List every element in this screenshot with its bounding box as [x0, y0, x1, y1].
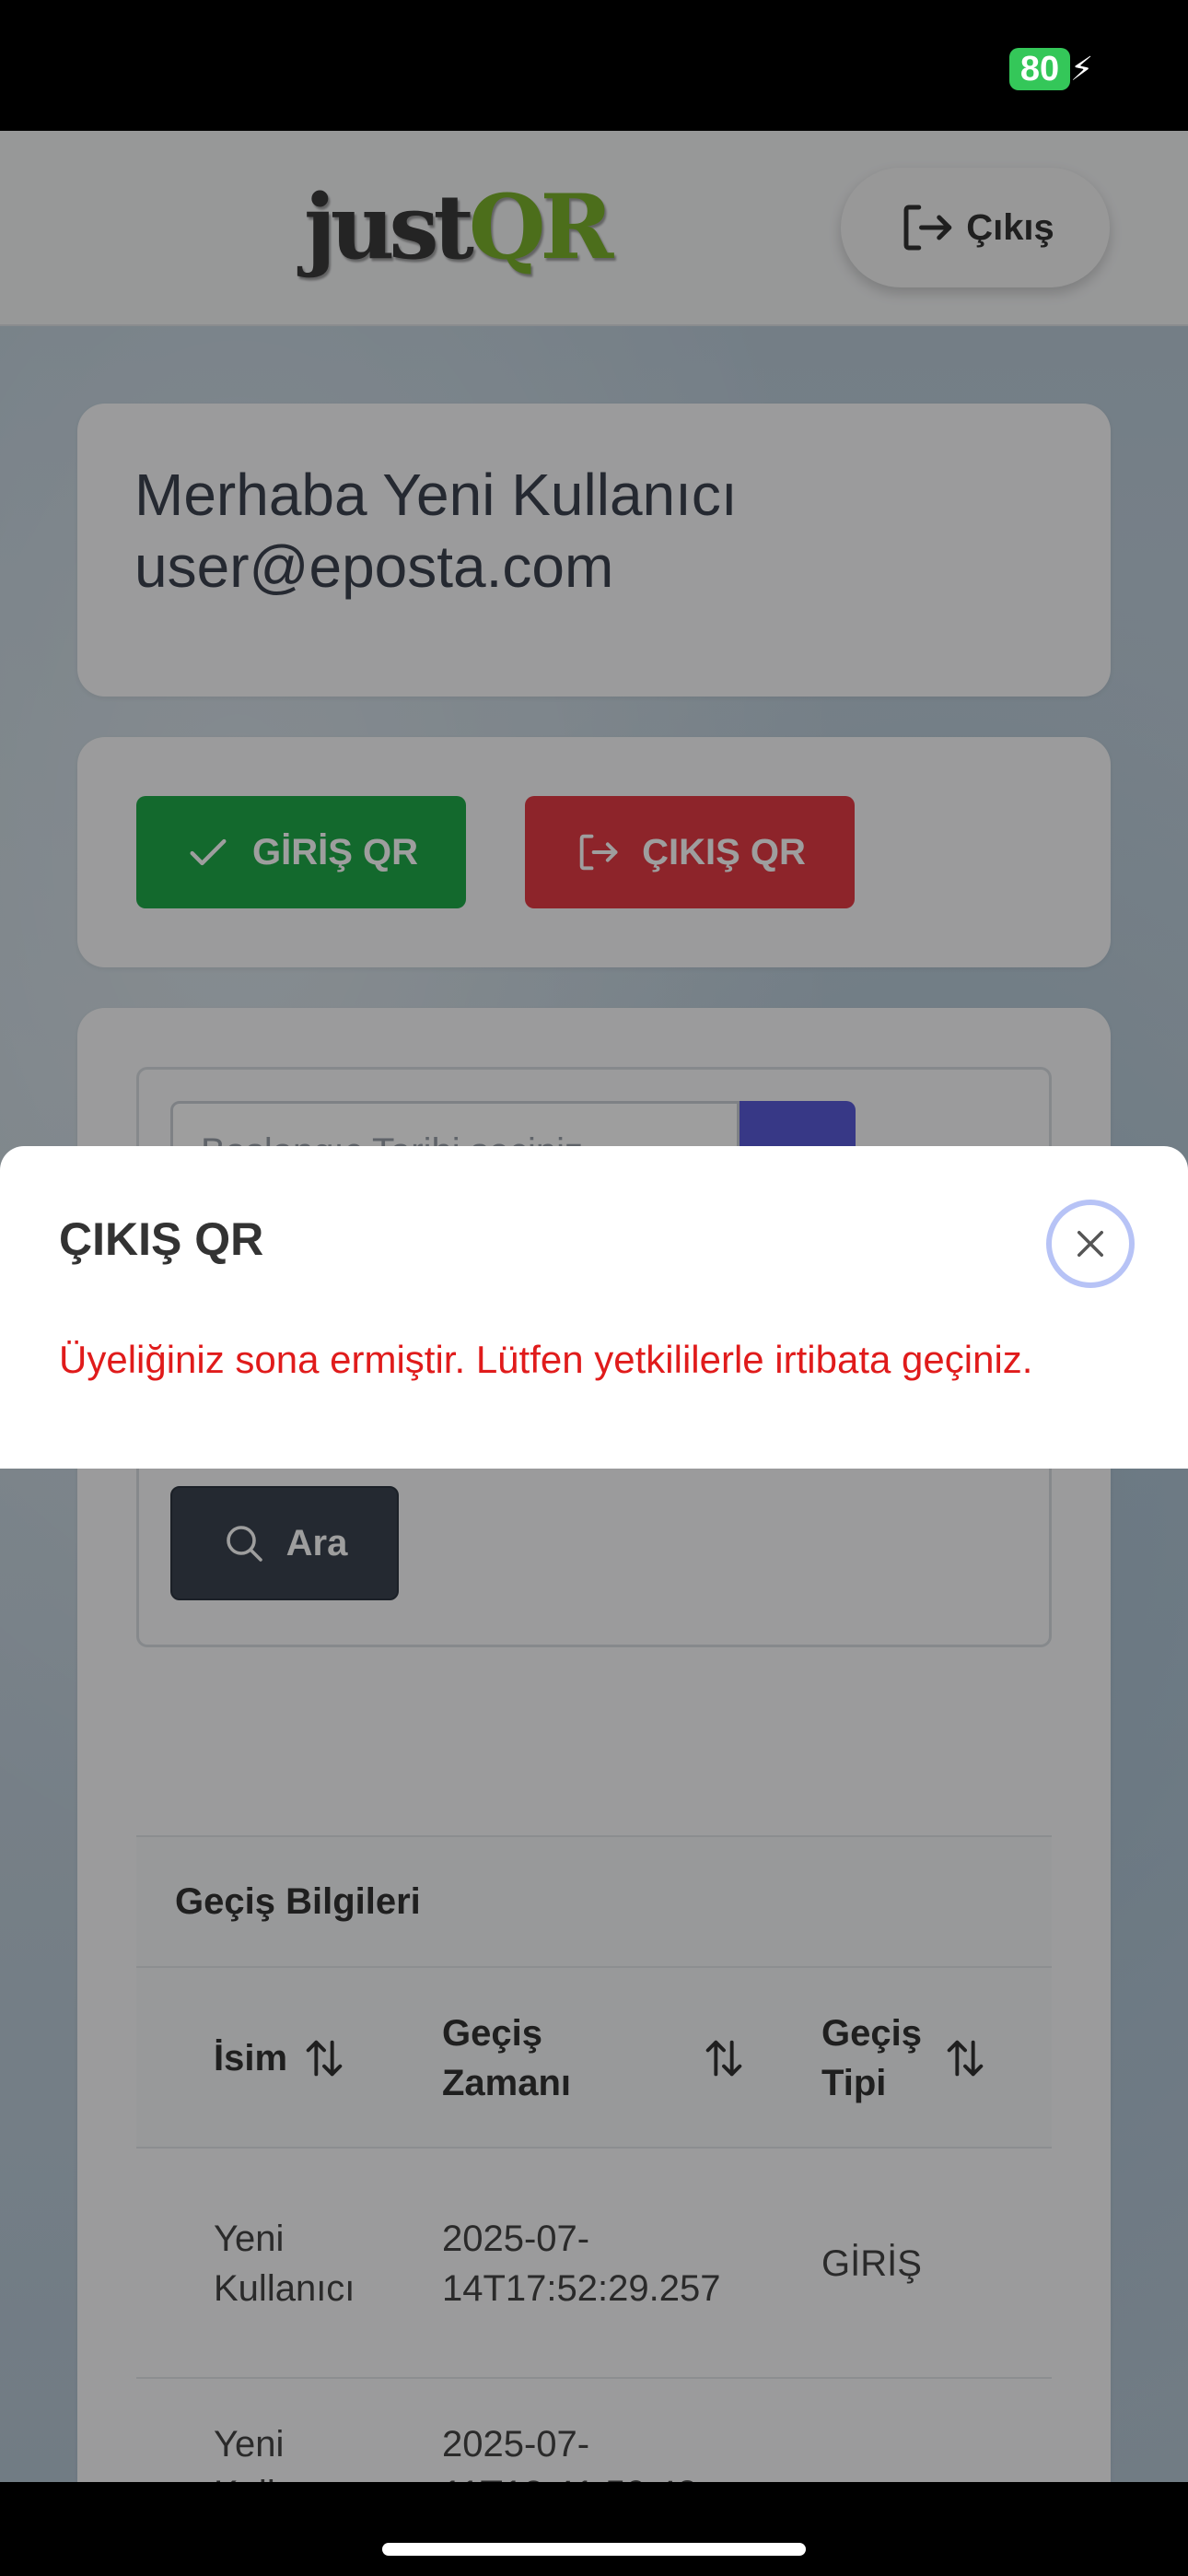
battery-indicator: 80: [1009, 48, 1070, 90]
error-message: Üyeliğiniz sona ermiştir. Lütfen yetkili…: [59, 1338, 1033, 1381]
dialog-title: ÇIKIŞ QR: [59, 1213, 264, 1265]
status-bar: 80 ⚡: [0, 0, 1188, 131]
home-bar: [0, 2482, 1188, 2576]
exit-qr-dialog: ÇIKIŞ QR Üyeliğiniz sona ermiştir. Lütfe…: [0, 1146, 1188, 1469]
charging-icon: ⚡: [1070, 50, 1094, 88]
close-button[interactable]: [1046, 1200, 1135, 1288]
home-indicator[interactable]: [382, 2543, 806, 2556]
close-icon: [1077, 1231, 1103, 1257]
